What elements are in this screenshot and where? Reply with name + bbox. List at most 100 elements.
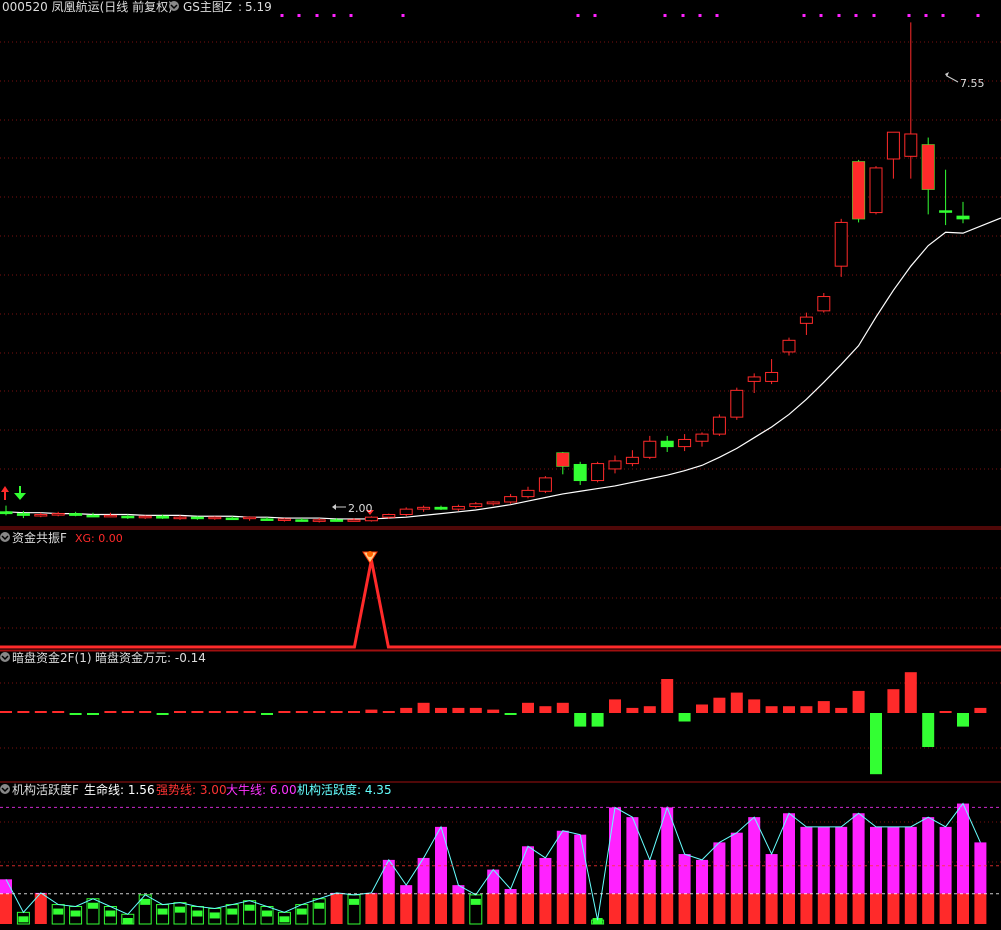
dark-money-bar [835,707,848,713]
activity-bar [347,894,361,925]
candle-body [434,506,448,510]
activity-bar-lower [852,893,865,924]
candle [451,504,465,511]
activity-bar-upper [748,817,761,894]
activity-bar-upper [400,885,413,894]
candle-body [695,433,709,442]
dark-money-bar [678,713,691,722]
top-signal-dots [280,14,980,17]
activity-bar-upper [852,813,865,894]
activity-bar-fill [157,908,168,915]
dark-money-bar [730,692,743,713]
dark-money-bar [522,702,534,713]
dark-money-bar [904,672,917,713]
dark-money-bar [104,711,117,713]
chart-canvas[interactable]: 000520 凤凰航运(日线 前复权) GS主图Z : 5.19 7.55 2.… [0,0,1001,926]
activity-bar-lower [365,893,378,924]
main-indicator-toggle-icon[interactable] [169,1,179,11]
candle-body [904,133,918,157]
chart-stage: 000520 凤凰航运(日线 前复权) GS主图Z : 5.19 7.55 2.… [0,0,1001,926]
sub3-label-1: 强势线: 3.00 [156,783,227,797]
candle [243,516,257,521]
candle-body [625,456,639,465]
sub1-toggle-icon[interactable] [0,532,10,542]
activity-bar [16,911,30,925]
candle-body [399,508,413,515]
candle-body [451,505,465,510]
candle [103,512,117,518]
candle-body [330,519,344,522]
sub2-toggle-icon[interactable] [0,652,10,662]
activity-bar-lower [522,893,534,924]
signal-dot [941,14,945,17]
activity-bar [417,857,430,924]
candle-body [103,514,117,518]
activity-bar-fill [244,904,255,911]
activity-bar-fill [209,912,220,919]
sub2-line-label: 暗盘资金万元: -0.14 [95,650,206,665]
signal-dot [872,14,876,17]
activity-bar-upper [539,857,552,894]
activity-bar-lower [539,893,552,924]
activity-bar-lower [574,893,587,924]
dark-money-bar [417,702,430,713]
activity-bar-lower [904,893,917,924]
activity-bar-lower [609,893,621,924]
sub1-peak-marker [362,551,378,564]
candle [678,434,692,452]
candle-body [295,519,309,522]
sub3-label-2: 大牛线: 6.00 [226,782,297,797]
candle [730,387,744,420]
dark-money-bar [330,711,343,713]
candle [904,22,918,179]
candle-body [243,516,257,520]
dark-money-bar [591,713,604,727]
signal-dot [576,14,580,17]
dark-money-bar [817,701,830,713]
sub3-toggle-icon[interactable] [0,784,10,794]
candle-body [208,516,222,520]
activity-bar [748,817,761,924]
candle [695,432,709,447]
activity-bar [487,869,500,924]
dark-money-bar [400,707,413,713]
activity-bar [783,813,795,924]
sub3-label-3: 机构活跃度: 4.35 [297,782,392,797]
candle-body [486,501,500,505]
dark-money-bar [852,690,865,713]
candle [643,435,657,460]
candle [208,516,222,520]
activity-bar-lower [800,893,813,924]
candle [399,507,413,517]
candle-body [747,376,761,382]
activity-bar [817,826,830,924]
activity-bar-upper [678,854,691,894]
xg-line [0,559,1001,649]
activity-bar [295,904,309,925]
activity-bar-fill [349,898,359,905]
candle-body [956,215,970,220]
sub1-signal-panel[interactable] [0,559,1001,649]
candle-body [138,515,152,519]
activity-bar [51,904,65,925]
activity-bar-upper [783,813,795,894]
sub3-name: 机构活跃度F [12,782,79,797]
dark-money-bar [0,711,12,713]
main-price-panel[interactable] [0,14,1001,523]
activity-bar-lower [713,893,726,924]
activity-bar-upper [574,834,587,894]
activity-bar-lower [835,893,848,924]
candle-body [121,515,135,519]
candle [138,515,152,519]
dark-money-bar [243,711,256,713]
activity-bar-fill [470,898,481,905]
signal-dot [663,14,667,17]
dark-money-bar [487,709,500,713]
activity-bar-upper [974,842,987,894]
candlesticks[interactable] [0,22,970,523]
dark-money-bar [348,711,360,713]
activity-bar-lower [417,893,430,924]
activity-bar-lower [765,893,778,924]
activity-bar-fill [175,906,185,913]
sub2-bar-panel[interactable] [0,672,987,775]
